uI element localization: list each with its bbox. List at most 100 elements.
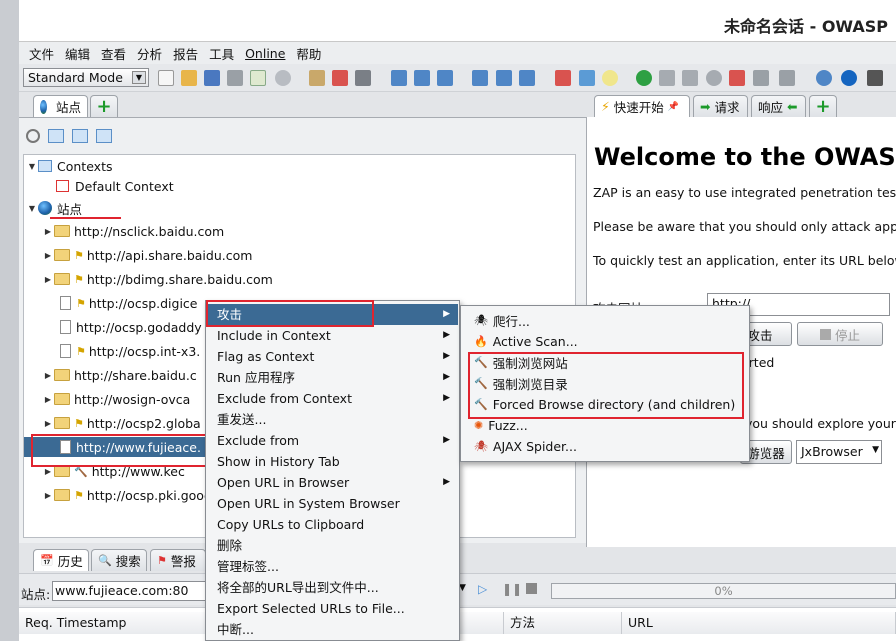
tree-default-context[interactable]: Default Context [56,176,174,196]
menu-item-exclude-from[interactable]: Exclude from ▶ [207,430,458,451]
menu-item-show-history[interactable]: Show in History Tab [207,451,458,472]
stop-icon[interactable] [706,70,722,86]
delete-icon[interactable] [332,70,348,86]
tree-node[interactable]: ▶ ⚑ http://ocsp.pki.goog [42,485,212,505]
layout-1-icon[interactable] [391,70,407,86]
layout-5-icon[interactable] [496,70,512,86]
menu-item-open-browser[interactable]: Open URL in Browser ▶ [207,472,458,493]
layout-4-icon[interactable] [472,70,488,86]
refresh-icon[interactable] [579,70,595,86]
tab-sites[interactable]: 站点 [33,95,88,117]
menu-item-copy-urls[interactable]: Copy URLs to Clipboard [207,514,458,535]
layout-6-icon[interactable] [519,70,535,86]
chevron-down-icon[interactable]: ▼ [26,162,38,171]
menu-item-break[interactable]: 中断... [207,619,458,640]
chevron-right-icon[interactable]: ▶ [42,251,54,260]
tree-node[interactable]: ▶ http://share.baidu.c [42,365,197,385]
tab-history[interactable]: 📅 历史 [33,549,89,571]
export-context-icon[interactable] [96,129,112,143]
options-icon[interactable] [841,70,857,86]
new-session-icon[interactable] [158,70,174,86]
menu-online[interactable]: Online [245,46,285,61]
menu-analyse[interactable]: 分析 [137,44,162,63]
menu-help[interactable]: 帮助 [296,44,321,63]
menu-item-export-selected-urls[interactable]: Export Selected URLs to File... [207,598,458,619]
new-context-icon[interactable] [48,129,64,143]
add-right-tab-button[interactable]: + [809,95,837,117]
tree-node[interactable]: ⚑ http://ocsp.digice [60,293,198,313]
column-url[interactable]: URL [622,612,896,634]
tree-node[interactable]: ▶ ⚑ http://api.share.baidu.com [42,245,253,265]
tab-quick-start[interactable]: ⚡ 快速开始 📌 [594,95,690,117]
gear-icon[interactable] [275,70,291,86]
menu-item-resend[interactable]: 重发送... [207,409,458,430]
menu-tools[interactable]: 工具 [209,44,234,63]
record-icon[interactable] [636,70,652,86]
layout-3-icon[interactable] [437,70,453,86]
column-method[interactable]: 方法 [504,612,622,634]
play-icon[interactable] [682,70,698,86]
menu-item-run-app[interactable]: Run 应用程序 ▶ [207,367,458,388]
tree-node[interactable]: ▶ ⚑ http://bdimg.share.baidu.com [42,269,273,289]
layout-2-icon[interactable] [414,70,430,86]
pause-icon[interactable]: ❚❚ [502,582,522,596]
stop-button[interactable]: 停止 [797,322,883,346]
screen-icon[interactable] [867,70,883,86]
tree-node-label: http://ocsp.digice [88,295,198,311]
tab-search[interactable]: 🔍 搜索 [91,549,147,571]
tree-node[interactable]: ▶ http://nsclick.baidu.com [42,221,224,241]
menu-item-manage-tags[interactable]: 管理标签... [207,556,458,577]
properties-icon[interactable] [250,70,266,86]
chevron-right-icon[interactable]: ▶ [42,227,54,236]
chevron-right-icon[interactable]: ▶ [42,419,54,428]
tree-node[interactable]: ▶ ⚑ http://ocsp2.globa [42,413,201,433]
browser-select[interactable]: JxBrowser ▼ [796,440,882,464]
tree-node[interactable]: ⚑ http://ocsp.int-x3. [60,341,200,361]
hud-icon[interactable] [779,70,795,86]
manage-addons-icon[interactable] [309,70,325,86]
submenu-item-active-scan[interactable]: 🔥 Active Scan... [462,331,748,352]
step-icon[interactable] [659,70,675,86]
menu-item-open-system-browser[interactable]: Open URL in System Browser [207,493,458,514]
menu-edit[interactable]: 编辑 [65,44,90,63]
submenu-item-spider[interactable]: 🕷 爬行... [462,310,748,331]
chevron-right-icon[interactable]: ▶ [42,371,54,380]
tab-alerts[interactable]: ⚑ 警报 [150,549,206,571]
menu-item-include-context[interactable]: Include in Context ▶ [207,325,458,346]
menu-item-exclude-context[interactable]: Exclude from Context ▶ [207,388,458,409]
chevron-down-icon[interactable]: ▼ [26,204,38,213]
breakpoint-icon[interactable] [753,70,769,86]
tree-sites-root[interactable]: ▼ 站点 [26,198,82,218]
target-icon[interactable] [26,129,40,143]
menu-view[interactable]: 查看 [101,44,126,63]
play-icon[interactable]: ▷ [478,582,487,596]
add-tab-button[interactable]: + [90,95,118,117]
import-context-icon[interactable] [72,129,88,143]
chevron-right-icon[interactable]: ▶ [42,491,54,500]
menu-item-flag-context[interactable]: Flag as Context ▶ [207,346,458,367]
chevron-right-icon[interactable]: ▶ [42,467,54,476]
chevron-down-icon[interactable]: ▼ [459,583,466,593]
stop-icon[interactable] [526,583,537,594]
tab-response[interactable]: 响应 ⬅ [751,95,806,117]
save-session-icon[interactable] [204,70,220,86]
modules-icon[interactable] [555,70,571,86]
tree-contexts[interactable]: ▼ Contexts [26,156,113,176]
chevron-right-icon[interactable]: ▶ [42,275,54,284]
lightbulb-icon[interactable] [602,70,618,86]
scan-policy-icon[interactable] [355,70,371,86]
open-session-icon[interactable] [181,70,197,86]
tree-node[interactable]: ▶ http://wosign-ovca [42,389,190,409]
menu-item-export-all-urls[interactable]: 将全部的URL导出到文件中... [207,577,458,598]
tree-node[interactable]: http://ocsp.godaddy [60,317,202,337]
menu-file[interactable]: 文件 [29,44,54,63]
mode-select[interactable]: Standard Mode ▼ [23,68,149,87]
drop-icon[interactable] [729,70,745,86]
menu-item-delete[interactable]: 删除 [207,535,458,556]
help-icon[interactable] [816,70,832,86]
snapshot-icon[interactable] [227,70,243,86]
chevron-right-icon[interactable]: ▶ [42,395,54,404]
menu-report[interactable]: 报告 [173,44,198,63]
tab-request[interactable]: ➡ 请求 [693,95,748,117]
submenu-item-ajax-spider[interactable]: 🕷 AJAX Spider... [462,436,748,457]
